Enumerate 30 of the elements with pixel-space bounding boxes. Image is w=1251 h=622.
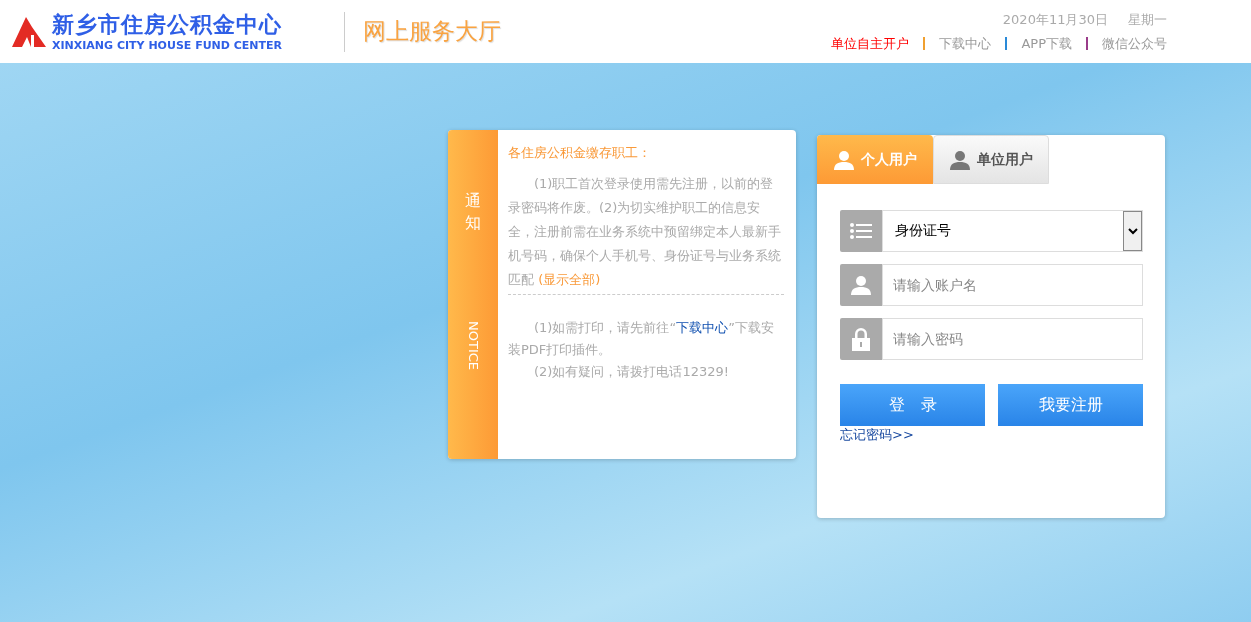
notice-paragraph: (1)如需打印，请先前往“下载中心”下载安装PDF打印插件。 [508, 319, 775, 359]
notice-paragraph: (2)如有疑问，请拨打电话12329! [533, 363, 730, 381]
forgot-password-link[interactable]: 忘记密码>> [840, 426, 914, 444]
user-type-tab[interactable]: 单位用户 [933, 135, 1049, 184]
notice-side-label: 通知 [465, 190, 481, 235]
user-type-tab[interactable]: 个人用户 [817, 135, 933, 184]
nav-link[interactable]: APP下载 [1021, 34, 1072, 53]
nav-link[interactable]: 下载中心 [939, 34, 992, 53]
lock-icon [840, 318, 882, 360]
person-icon [949, 149, 971, 170]
login-button[interactable]: 登 录 [840, 384, 985, 426]
portal-title: 网上服务大厅 [363, 17, 502, 46]
notice-paragraph: (1)职工首次登录使用需先注册，以前的登录密码将作废。(2)为切实维护职工的信息安全，注册前需在业务系统中预留绑定本人最新手机号码，确保个人手机号、身份证号与业务系统匹配 (显示全部) [508, 175, 782, 289]
logo-title: 新乡市住房公积金中心 [52, 10, 283, 39]
password-input[interactable]: 请输入密码 [882, 318, 1143, 360]
person-icon [833, 149, 855, 170]
username-input[interactable]: 请输入账户名 [882, 264, 1143, 306]
nav-link[interactable]: 单位自主开户 [831, 34, 910, 53]
download-center-link[interactable]: 下载中心 [676, 320, 729, 335]
logo-subtitle: XINXIANG CITY HOUSE FUND CENTER [52, 38, 283, 53]
notice-side-label-en: NOTICE [465, 320, 481, 370]
show-all-link[interactable]: (显示全部) [538, 272, 601, 287]
id-type-select[interactable]: 身份证号 [882, 210, 1143, 252]
nav-link[interactable]: 微信公众号 [1102, 34, 1167, 53]
caret-icon [1123, 211, 1142, 251]
register-button[interactable]: 我要注册 [998, 384, 1143, 426]
user-icon [840, 264, 882, 306]
list-icon [840, 210, 882, 252]
notice-heading: 各住房公积金缴存职工： [508, 144, 652, 162]
date-text: 2020年11月30日 [1002, 10, 1108, 29]
